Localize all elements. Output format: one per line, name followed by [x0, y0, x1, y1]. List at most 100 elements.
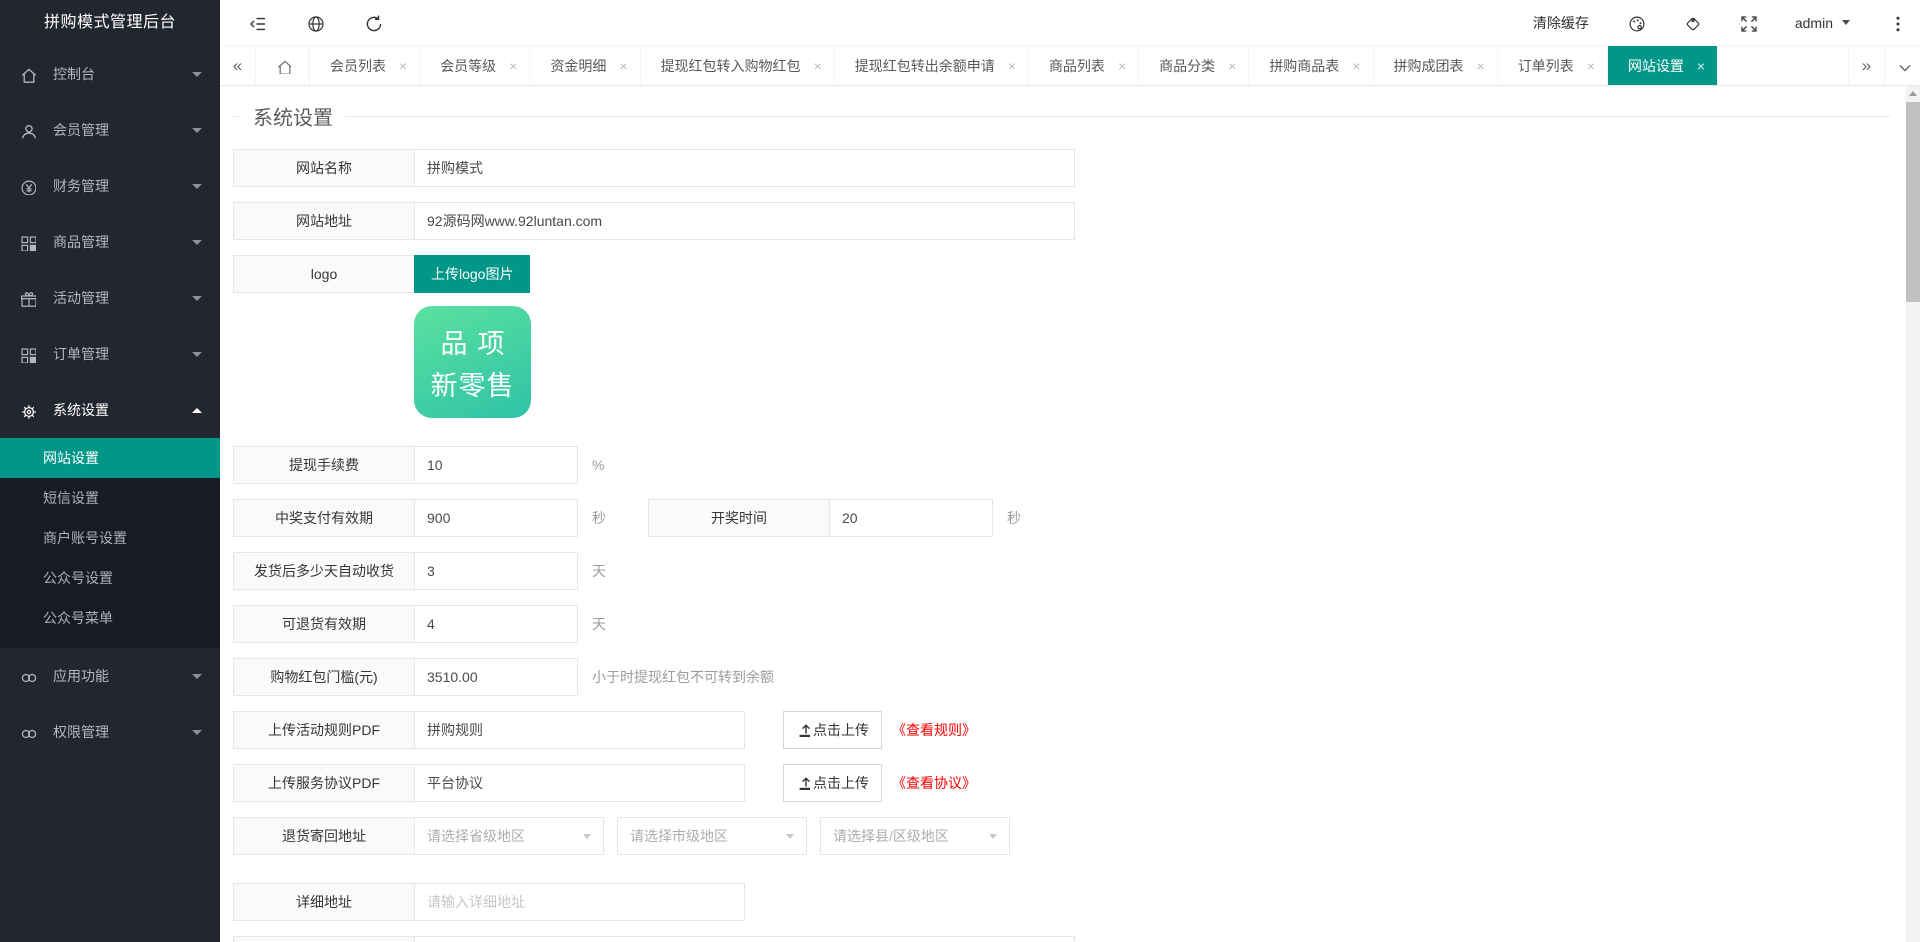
close-icon[interactable]: × — [1352, 58, 1360, 74]
logo-preview-image: 品项 新零售 — [414, 306, 531, 418]
tab-redpacket-transfer-out[interactable]: 提现红包转出余额申请 × — [835, 46, 1029, 85]
detail-address-input[interactable] — [414, 883, 745, 921]
tab-product-list[interactable]: 商品列表 × — [1029, 46, 1139, 85]
tab-fund-details[interactable]: 资金明细 × — [530, 46, 640, 85]
sidebar-item-products[interactable]: 商品管理 — [0, 214, 220, 270]
district-select[interactable]: 请选择县/区级地区 — [820, 817, 1010, 855]
sidebar-item-app-functions[interactable]: 应用功能 — [0, 648, 220, 704]
sidebar-item-finance[interactable]: 财务管理 — [0, 158, 220, 214]
collapse-sidebar-icon[interactable] — [248, 14, 266, 32]
sidebar-item-orders[interactable]: 订单管理 — [0, 326, 220, 382]
close-icon[interactable]: × — [1587, 58, 1595, 74]
fullscreen-icon[interactable] — [1739, 14, 1757, 32]
kebab-menu-icon[interactable] — [1888, 14, 1904, 32]
activity-rules-upload-button[interactable]: 点击上传 — [783, 711, 882, 749]
tab-member-level[interactable]: 会员等级 × — [420, 46, 530, 85]
partial-row-label — [233, 936, 415, 942]
close-icon[interactable]: × — [399, 58, 407, 74]
sidebar-subitem-sms-settings[interactable]: 短信设置 — [0, 478, 220, 518]
form-row-service-agreement-pdf: 上传服务协议PDF 点击上传 《查看协议》 — [233, 764, 1920, 802]
scrollbar-up-button[interactable] — [1906, 86, 1920, 100]
city-select[interactable]: 请选择市级地区 — [617, 817, 807, 855]
tab-groupbuy-products[interactable]: 拼购商品表 × — [1249, 46, 1373, 85]
scrollbar-thumb[interactable] — [1906, 102, 1920, 302]
red-packet-threshold-input[interactable] — [414, 658, 578, 696]
draw-time-suffix: 秒 — [1007, 499, 1021, 537]
tabs-scroll-left-button[interactable]: « — [220, 46, 256, 85]
site-url-input[interactable] — [414, 202, 1075, 240]
view-rules-link[interactable]: 《查看规则》 — [892, 711, 976, 749]
return-address-label: 退货寄回地址 — [233, 817, 415, 855]
tab-order-list[interactable]: 订单列表 × — [1498, 46, 1608, 85]
close-icon[interactable]: × — [1228, 58, 1236, 74]
tab-website-settings[interactable]: 网站设置 × — [1608, 46, 1718, 85]
tab-member-list[interactable]: 会员列表 × — [310, 46, 420, 85]
sidebar-subitem-official-account[interactable]: 公众号设置 — [0, 558, 220, 598]
tabs-menu-button[interactable] — [1884, 46, 1920, 85]
sidebar-item-system-settings[interactable]: 系统设置 — [0, 382, 220, 438]
vertical-scrollbar[interactable] — [1906, 86, 1920, 942]
chevron-down-icon — [1842, 20, 1850, 25]
view-agreement-link[interactable]: 《查看协议》 — [892, 764, 976, 802]
win-pay-validity-input[interactable] — [414, 499, 578, 537]
user-menu[interactable]: admin — [1795, 15, 1850, 31]
clear-cache-button[interactable]: 清除缓存 — [1533, 13, 1589, 33]
sidebar-item-permissions[interactable]: 权限管理 — [0, 704, 220, 760]
palette-icon[interactable] — [1627, 14, 1645, 32]
sidebar-subitem-merchant-account[interactable]: 商户账号设置 — [0, 518, 220, 558]
tab-label: 网站设置 — [1628, 56, 1684, 76]
service-agreement-input[interactable] — [414, 764, 745, 802]
form-row-red-packet-threshold: 购物红包门槛(元) 小于时提现红包不可转到余额 — [233, 658, 1920, 696]
tab-groupbuy-groups[interactable]: 拼购成团表 × — [1374, 46, 1498, 85]
tab-product-category[interactable]: 商品分类 × — [1139, 46, 1249, 85]
partial-row-input[interactable] — [414, 936, 1075, 942]
sidebar-item-label: 商品管理 — [53, 232, 109, 252]
form-row-withdraw-fee: 提现手续费 % — [233, 446, 1920, 484]
globe-icon[interactable] — [306, 14, 324, 32]
auto-receive-days-input[interactable] — [414, 552, 578, 590]
close-icon[interactable]: × — [1697, 58, 1705, 74]
win-pay-validity-suffix: 秒 — [592, 499, 606, 537]
sidebar-item-label: 财务管理 — [53, 176, 109, 196]
activity-rules-input[interactable] — [414, 711, 745, 749]
detail-address-label: 详细地址 — [233, 883, 415, 921]
sidebar-item-label: 活动管理 — [53, 288, 109, 308]
sidebar-item-activities[interactable]: 活动管理 — [0, 270, 220, 326]
sidebar-item-console[interactable]: 控制台 — [0, 46, 220, 102]
return-validity-suffix: 天 — [592, 605, 606, 643]
form-row-activity-rules-pdf: 上传活动规则PDF 点击上传 《查看规则》 — [233, 711, 1920, 749]
service-agreement-upload-button[interactable]: 点击上传 — [783, 764, 882, 802]
form-row-site-url: 网站地址 — [233, 202, 1920, 240]
sidebar-item-members[interactable]: 会员管理 — [0, 102, 220, 158]
tab-label: 拼购成团表 — [1394, 56, 1464, 76]
close-icon[interactable]: × — [509, 58, 517, 74]
upload-logo-button[interactable]: 上传logo图片 — [414, 255, 530, 293]
refresh-icon[interactable] — [364, 14, 382, 32]
draw-time-input[interactable] — [829, 499, 993, 537]
sidebar-subitem-website-settings[interactable]: 网站设置 — [0, 438, 220, 478]
draw-time-group: 开奖时间 秒 — [648, 499, 1021, 537]
tab-redpacket-transfer-in[interactable]: 提现红包转入购物红包 × — [641, 46, 835, 85]
page-title: 系统设置 — [241, 101, 345, 130]
chevron-down-icon — [192, 730, 202, 735]
withdraw-fee-input[interactable] — [414, 446, 578, 484]
close-icon[interactable]: × — [1008, 58, 1016, 74]
app-title: 拼购模式管理后台 — [0, 0, 220, 46]
form-row-return-address: 退货寄回地址 请选择省级地区 请选择市级地区 请选择县/区级地区 — [233, 817, 1920, 855]
topbar-left-icons — [248, 14, 382, 32]
close-icon[interactable]: × — [814, 58, 822, 74]
home-icon — [19, 66, 36, 83]
tab-home[interactable] — [256, 46, 310, 85]
close-icon[interactable]: × — [1118, 58, 1126, 74]
upload-button-label: 点击上传 — [813, 720, 869, 740]
province-select[interactable]: 请选择省级地区 — [414, 817, 604, 855]
chevron-down-icon — [192, 128, 202, 133]
tabs-scroll-right-button[interactable]: » — [1848, 46, 1884, 85]
tag-icon[interactable] — [1683, 14, 1701, 32]
close-icon[interactable]: × — [1477, 58, 1485, 74]
topbar-right: 清除缓存 admin — [1533, 13, 1904, 33]
return-validity-input[interactable] — [414, 605, 578, 643]
close-icon[interactable]: × — [619, 58, 627, 74]
site-name-input[interactable] — [414, 149, 1075, 187]
sidebar-subitem-official-account-menu[interactable]: 公众号菜单 — [0, 598, 220, 638]
